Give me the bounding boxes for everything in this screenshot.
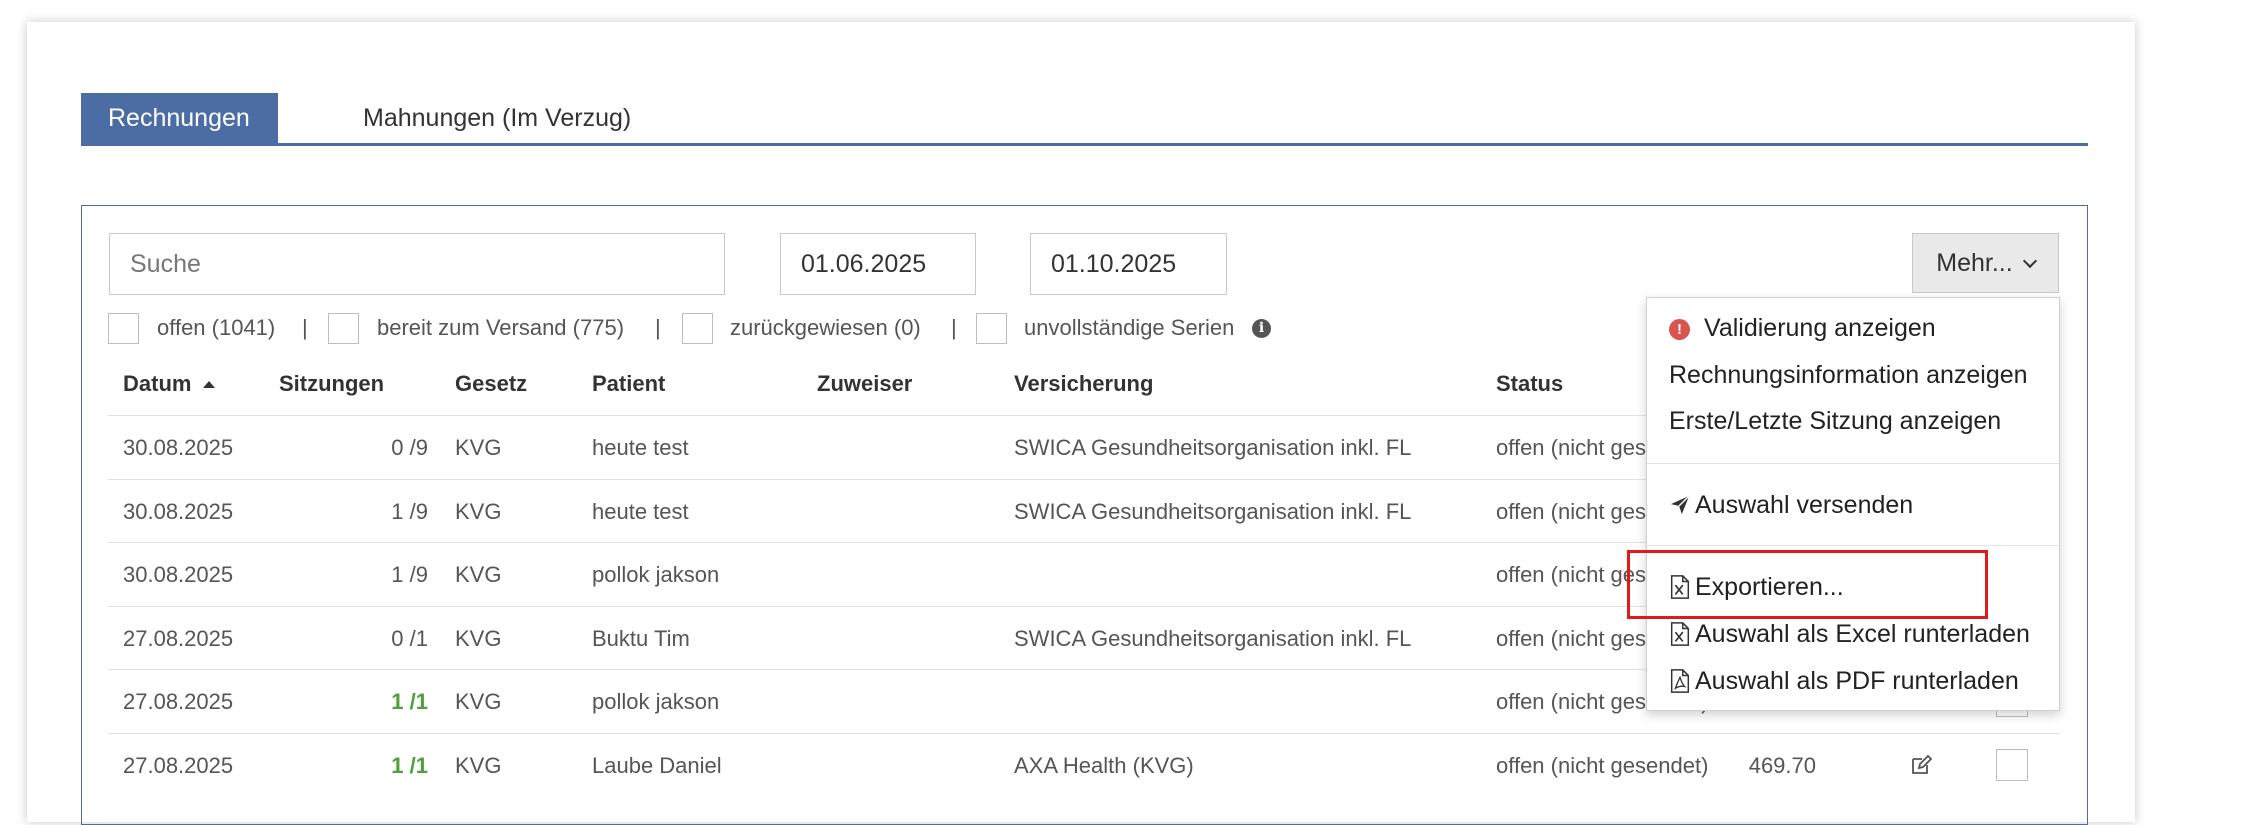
menu-item-excel-download[interactable]: Auswahl als Excel runterladen [1669, 620, 2030, 649]
menu-item-label: Auswahl als PDF runterladen [1695, 667, 2019, 695]
column-header-datum-label: Datum [123, 371, 192, 396]
row-checkbox[interactable] [1996, 748, 2028, 781]
column-header-zuweiser[interactable]: Zuweiser [817, 371, 912, 397]
menu-item-exportieren[interactable]: Exportieren... [1669, 573, 1844, 602]
cell-patient: heute test [592, 435, 689, 460]
cell-sitzungen: 1 /9 [391, 498, 428, 524]
cell-sitzungen: 0 /1 [391, 625, 428, 651]
cell-gesetz: KVG [455, 498, 502, 524]
menu-item-rechnungsinformation[interactable]: Rechnungsinformation anzeigen [1669, 361, 2028, 390]
tab-rechnungen[interactable]: Rechnungen [81, 93, 278, 143]
cell-versicherung: AXA Health (KVG) [1014, 752, 1194, 778]
column-header-status[interactable]: Status [1496, 371, 1563, 397]
paper-plane-icon [1670, 495, 1690, 515]
cell-datum: 27.08.2025 [123, 752, 234, 778]
sort-ascending-icon [203, 381, 216, 388]
cell-versicherung: SWICA Gesundheitsorganisation inkl. FL [1014, 498, 1412, 524]
menu-item-pdf-download[interactable]: Auswahl als PDF runterladen [1669, 667, 2019, 696]
cell-datum: 30.08.2025 [123, 562, 234, 587]
menu-item-sitzung[interactable]: Erste/Letzte Sitzung anzeigen [1669, 407, 2001, 436]
cell-betrag: 469.70 [1748, 752, 1816, 778]
cell-datum: 30.08.2025 [123, 435, 234, 460]
filter-offen-checkbox[interactable] [108, 313, 139, 344]
menu-item-versenden[interactable]: Auswahl versenden [1669, 491, 1913, 520]
cell-patient: pollok jakson [592, 562, 720, 587]
cell-sitzungen: 1 /9 [391, 562, 428, 587]
edit-icon[interactable] [1910, 754, 1932, 776]
filter-unvollstaendig-label: unvollständige Serien [1024, 315, 1235, 340]
filter-bereit-checkbox[interactable] [328, 313, 359, 344]
menu-item-label: Auswahl versenden [1695, 491, 1914, 519]
cell-gesetz: KVG [455, 562, 502, 587]
filter-zurueckgewiesen-checkbox[interactable] [682, 313, 713, 344]
filter-unvollstaendig-checkbox[interactable] [976, 313, 1007, 344]
column-header-versicherung[interactable]: Versicherung [1014, 371, 1153, 397]
filter-separator: | [302, 315, 308, 340]
cell-sitzungen: 1 /1 [391, 752, 428, 778]
cell-gesetz: KVG [455, 752, 502, 778]
cell-datum: 27.08.2025 [123, 689, 234, 714]
filter-offen-label: offen (1041) [157, 315, 276, 340]
cell-patient: pollok jakson [592, 689, 720, 714]
info-icon[interactable]: i [1252, 319, 1271, 338]
menu-divider [1647, 463, 2059, 464]
menu-item-validierung[interactable]: ! Validierung anzeigen [1669, 314, 1936, 343]
chevron-down-icon [2022, 253, 2037, 268]
date-to-input[interactable] [1030, 233, 1227, 295]
column-header-sitzungen[interactable]: Sitzungen [279, 371, 384, 397]
filter-separator: | [655, 315, 661, 340]
cell-gesetz: KVG [455, 625, 502, 651]
cell-datum: 27.08.2025 [123, 625, 234, 651]
date-from-input[interactable] [780, 233, 976, 295]
more-button-label: Mehr... [1936, 248, 2013, 277]
cell-sitzungen: 1 /1 [391, 689, 428, 714]
filter-separator: | [951, 315, 957, 340]
menu-item-label: Auswahl als Excel runterladen [1695, 620, 2030, 648]
tab-bar: Rechnungen Mahnungen (Im Verzug) [81, 93, 2088, 146]
column-header-patient[interactable]: Patient [592, 371, 665, 397]
cell-versicherung: SWICA Gesundheitsorganisation inkl. FL [1014, 625, 1412, 651]
menu-item-label: Validierung anzeigen [1704, 314, 1936, 342]
filter-bereit-label: bereit zum Versand (775) [377, 315, 625, 340]
pdf-file-icon [1670, 669, 1690, 693]
menu-divider [1647, 545, 2059, 546]
excel-file-icon [1670, 622, 1690, 646]
more-dropdown-menu: ! Validierung anzeigen Rechnungsinformati… [1646, 297, 2060, 711]
excel-file-icon [1670, 575, 1690, 599]
cell-patient: heute test [592, 498, 689, 524]
tab-mahnungen[interactable]: Mahnungen (Im Verzug) [363, 93, 631, 143]
more-button[interactable]: Mehr... [1912, 233, 2059, 293]
search-input[interactable] [109, 233, 725, 295]
column-header-datum[interactable]: Datum [123, 371, 216, 397]
column-header-gesetz[interactable]: Gesetz [455, 371, 527, 397]
cell-sitzungen: 0 /9 [391, 435, 428, 460]
menu-item-label: Exportieren... [1695, 573, 1844, 601]
cell-patient: Laube Daniel [592, 752, 722, 778]
cell-datum: 30.08.2025 [123, 498, 234, 524]
alert-circle-icon: ! [1669, 319, 1690, 340]
cell-gesetz: KVG [455, 689, 502, 714]
table-row[interactable]: 27.08.2025 1 /1 KVG Laube Daniel AXA Health … [108, 732, 2060, 796]
cell-gesetz: KVG [455, 435, 502, 460]
cell-patient: Buktu Tim [592, 625, 690, 651]
filter-zurueckgewiesen-label: zurückgewiesen (0) [730, 315, 921, 340]
cell-versicherung: SWICA Gesundheitsorganisation inkl. FL [1014, 435, 1412, 460]
